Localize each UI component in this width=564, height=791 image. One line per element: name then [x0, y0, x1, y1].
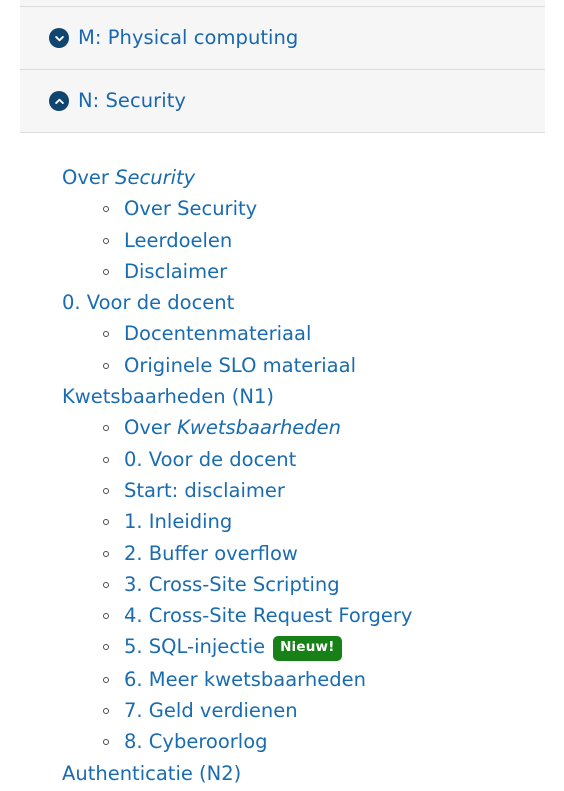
list-item: Docentenmateriaal [103, 318, 564, 349]
bullet-icon [103, 550, 109, 557]
toc-link[interactable]: 8. Cyberoorlog [124, 726, 564, 757]
status-badge-nieuw: Nieuw! [273, 636, 342, 661]
accordion-top-divider [20, 0, 545, 7]
toc-link[interactable]: 0. Voor de docent [124, 444, 564, 475]
bullet-icon [103, 613, 109, 620]
toc-group-label-italic: Security [115, 166, 196, 189]
toc-group-link-kwetsbaarheden-n1[interactable]: Kwetsbaarheden (N1) [62, 381, 564, 412]
bullet-icon [103, 268, 109, 275]
list-item: Originele SLO materiaal [103, 350, 564, 381]
bullet-icon [103, 676, 109, 683]
accordion-title-m-physical-computing: M: Physical computing [78, 26, 299, 49]
accordion-panel-n-security: Over Security Over Security Leerdoelen D… [0, 134, 564, 789]
list-item: 4. Cross-Site Request Forgery [103, 600, 564, 631]
toc-link[interactable]: 3. Cross-Site Scripting [124, 569, 564, 600]
bullet-icon [103, 206, 109, 213]
toc-group-label: Over [62, 166, 116, 189]
toc-link[interactable]: 4. Cross-Site Request Forgery [124, 600, 564, 631]
accordion-header-n-security[interactable]: N: Security [20, 70, 545, 132]
accordion-item-n-security: N: Security [20, 70, 545, 133]
bullet-icon [103, 362, 109, 369]
chevron-up-circle-icon[interactable] [49, 91, 69, 111]
list-item: Over Security [103, 193, 564, 224]
toc-group: 0. Voor de docent Docentenmateriaal Orig… [62, 287, 564, 381]
list-item: Leerdoelen [103, 225, 564, 256]
list-item: 6. Meer kwetsbaarheden [103, 664, 564, 695]
bullet-icon [103, 456, 109, 463]
page-root: M: Physical computing N: Security Over S… [0, 0, 564, 791]
toc-group: Over Security Over Security Leerdoelen D… [62, 162, 564, 287]
bullet-icon [103, 519, 109, 526]
list-item: Disclaimer [103, 256, 564, 287]
toc-link[interactable]: 2. Buffer overflow [124, 538, 564, 569]
bullet-icon [103, 581, 109, 588]
toc-link[interactable]: Disclaimer [124, 256, 564, 287]
list-item: 7. Geld verdienen [103, 695, 564, 726]
bullet-icon [103, 644, 109, 651]
accordion: M: Physical computing N: Security [20, 0, 545, 133]
toc-link[interactable]: Over Security [124, 193, 564, 224]
toc-link[interactable]: 1. Inleiding [124, 506, 564, 537]
bullet-icon [103, 237, 109, 244]
accordion-title-n-security: N: Security [78, 89, 186, 112]
list-item: Start: disclaimer [103, 475, 564, 506]
list-item: 3. Cross-Site Scripting [103, 569, 564, 600]
toc-group: Authenticatie (N2) [62, 758, 564, 789]
bullet-icon [103, 708, 109, 715]
accordion-item-m-physical-computing: M: Physical computing [20, 7, 545, 70]
chevron-down-circle-icon[interactable] [49, 28, 69, 48]
toc-link-label: Over [124, 416, 178, 440]
toc-group-link-authenticatie-n2[interactable]: Authenticatie (N2) [62, 758, 564, 789]
toc-link-label-italic: Kwetsbaarheden [177, 416, 342, 440]
toc-link[interactable]: Leerdoelen [124, 225, 564, 256]
bullet-icon [103, 739, 109, 746]
toc-sublist: Over Kwetsbaarheden 0. Voor de docent St… [62, 412, 564, 757]
toc-sublist: Docentenmateriaal Originele SLO materiaa… [62, 318, 564, 381]
list-item: Over Kwetsbaarheden [103, 412, 564, 443]
toc-link[interactable]: Docentenmateriaal [124, 318, 564, 349]
list-item: 5. SQL-injectie Nieuw! [103, 631, 564, 663]
list-item: 0. Voor de docent [103, 444, 564, 475]
accordion-header-m-physical-computing[interactable]: M: Physical computing [20, 7, 545, 69]
toc-link[interactable]: Originele SLO materiaal [124, 350, 564, 381]
bullet-icon [103, 425, 109, 432]
toc-link[interactable]: Over Kwetsbaarheden [124, 412, 564, 443]
list-item: 8. Cyberoorlog [103, 726, 564, 757]
toc-sublist: Over Security Leerdoelen Disclaimer [62, 193, 564, 287]
toc-list: Over Security Over Security Leerdoelen D… [0, 162, 564, 789]
toc-group-link-voor-de-docent[interactable]: 0. Voor de docent [62, 287, 564, 318]
toc-group-link-over-security[interactable]: Over Security [62, 162, 564, 193]
list-item: 2. Buffer overflow [103, 538, 564, 569]
toc-link[interactable]: 7. Geld verdienen [124, 695, 564, 726]
list-item: 1. Inleiding [103, 506, 564, 537]
bullet-icon [103, 331, 109, 338]
toc-group: Kwetsbaarheden (N1) Over Kwetsbaarheden … [62, 381, 564, 758]
toc-link[interactable]: Start: disclaimer [124, 475, 564, 506]
bullet-icon [103, 487, 109, 494]
toc-link[interactable]: 5. SQL-injectie [124, 635, 265, 658]
toc-link[interactable]: 6. Meer kwetsbaarheden [124, 664, 564, 695]
